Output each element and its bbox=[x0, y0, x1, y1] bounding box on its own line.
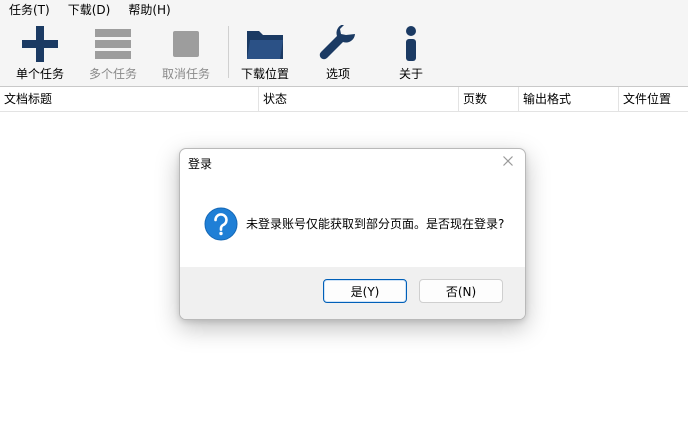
yes-button[interactable]: 是(Y) bbox=[323, 279, 407, 303]
column-header-format[interactable]: 输出格式 bbox=[518, 87, 618, 111]
menu-bar: 任务(T) 下载(D) 帮助(H) bbox=[0, 0, 688, 20]
dialog-button-bar: 是(Y) 否(N) bbox=[180, 267, 525, 319]
menu-help[interactable]: 帮助(H) bbox=[119, 0, 179, 20]
menu-download[interactable]: 下载(D) bbox=[59, 0, 120, 20]
wrench-icon bbox=[318, 24, 358, 64]
column-header-status[interactable]: 状态 bbox=[258, 87, 458, 111]
list-icon bbox=[93, 24, 133, 64]
stop-icon bbox=[166, 24, 206, 64]
column-header-title[interactable]: 文档标题 bbox=[0, 87, 258, 111]
download-location-label: 下载位置 bbox=[240, 67, 289, 81]
menu-task[interactable]: 任务(T) bbox=[0, 0, 59, 20]
column-header-pages[interactable]: 页数 bbox=[458, 87, 518, 111]
column-header-location[interactable]: 文件位置 bbox=[618, 87, 688, 111]
cancel-task-label: 取消任务 bbox=[161, 67, 210, 81]
login-dialog: 登录 未登录账号仅能获取到部分页面。是否现在登录? 是(Y) 否(N) bbox=[179, 148, 526, 320]
options-label: 选项 bbox=[325, 67, 350, 81]
single-task-label: 单个任务 bbox=[15, 67, 64, 81]
cancel-task-button[interactable]: 取消任务 bbox=[156, 20, 216, 86]
single-task-button[interactable]: 单个任务 bbox=[10, 20, 70, 86]
close-icon[interactable] bbox=[499, 152, 517, 170]
dialog-message: 未登录账号仅能获取到部分页面。是否现在登录? bbox=[246, 217, 505, 231]
plus-icon bbox=[20, 24, 60, 64]
question-icon bbox=[204, 207, 238, 241]
toolbar: 单个任务 多个任务 取消任务 下载位置 选项 关于 bbox=[0, 20, 688, 87]
download-location-button[interactable]: 下载位置 bbox=[235, 20, 295, 86]
task-list-header: 文档标题 状态 页数 输出格式 文件位置 bbox=[0, 87, 688, 112]
toolbar-separator bbox=[228, 26, 229, 78]
multi-task-label: 多个任务 bbox=[88, 67, 137, 81]
folder-icon bbox=[245, 24, 285, 64]
options-button[interactable]: 选项 bbox=[308, 20, 368, 86]
dialog-title: 登录 bbox=[188, 157, 213, 171]
multi-task-button[interactable]: 多个任务 bbox=[83, 20, 143, 86]
about-label: 关于 bbox=[398, 67, 423, 81]
about-button[interactable]: 关于 bbox=[381, 20, 441, 86]
no-button[interactable]: 否(N) bbox=[419, 279, 503, 303]
info-icon bbox=[391, 24, 431, 64]
